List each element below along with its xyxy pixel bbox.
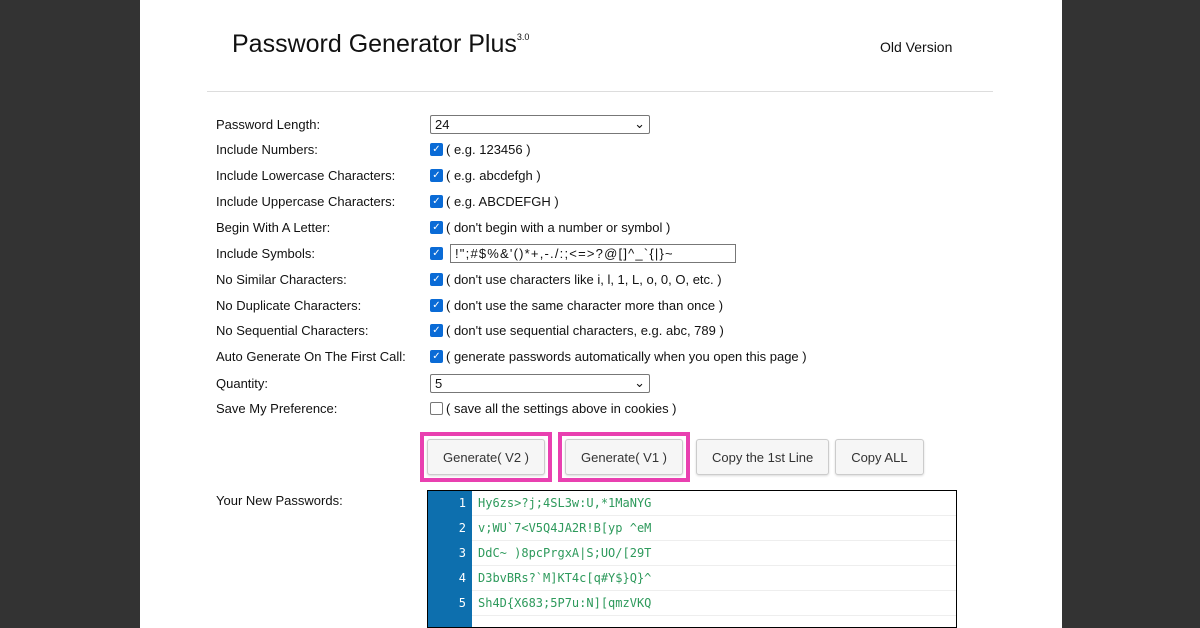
similar-checkbox[interactable]: ✓ (430, 272, 443, 286)
label: Save My Preference: (216, 400, 338, 416)
row-quantity: Quantity: 5 ⌄ (216, 372, 916, 394)
value: 24 (435, 116, 450, 132)
title-text: Password Generator Plus (232, 30, 517, 58)
version: 3.0 (516, 32, 530, 42)
hint: ( e.g. 123456 ) (446, 141, 531, 157)
label: Begin With A Letter: (216, 219, 331, 235)
value: 5 (435, 375, 443, 391)
button-bar: Generate( V2 ) Generate( V1 ) Copy the 1… (420, 432, 924, 482)
row-symbols: Include Symbols: ✓ !";#$%&'()*+,-./:;<=>?@… (216, 242, 916, 264)
label: No Duplicate Characters: (216, 297, 362, 313)
password-line[interactable]: D3bvBRs?`M]KT4c[q#Y$}Q}^ (472, 566, 956, 591)
passwords-label: Your New Passwords: (216, 493, 343, 508)
hint: ( don't use the same character more than… (446, 297, 724, 313)
chevron-down-icon: ⌄ (634, 116, 645, 131)
uppercase-checkbox[interactable]: ✓ (430, 194, 443, 208)
hint: ( don't begin with a number or symbol ) (446, 219, 671, 235)
row-begin-letter: Begin With A Letter: ✓( don't begin with … (216, 216, 916, 238)
row-length: Password Length: 24 ⌄ (216, 113, 916, 135)
line-number: 1 (458, 496, 466, 510)
line-number-gutter: 1 2 3 4 5 (428, 491, 472, 627)
line-number: 5 (458, 596, 466, 610)
label: Quantity: (216, 375, 269, 391)
generate-v2-button[interactable]: Generate( V2 ) (427, 439, 545, 475)
save-preference-checkbox[interactable] (430, 401, 443, 415)
quantity-select[interactable]: 5 ⌄ (430, 373, 650, 393)
label: No Sequential Characters: (216, 322, 369, 338)
hint: ( don't use characters like i, l, 1, L, … (446, 271, 722, 287)
label: Include Lowercase Characters: (216, 167, 396, 183)
line-number: 2 (458, 521, 466, 535)
row-uppercase: Include Uppercase Characters: ✓( e.g. ABC… (216, 190, 916, 212)
password-line[interactable]: Sh4D{X683;5P7u:N][qmzVKQ (472, 591, 956, 616)
highlight-box: Generate( V1 ) (558, 432, 690, 482)
line-number: 3 (458, 546, 466, 560)
password-line[interactable]: v;WU`7<V5Q4JA2R!B[yp ^eM (472, 516, 956, 541)
row-similar: No Similar Characters: ✓( don't use chara… (216, 268, 916, 290)
row-save: Save My Preference: ( save all the settin… (216, 397, 916, 419)
sequential-checkbox[interactable]: ✓ (430, 323, 443, 337)
lowercase-checkbox[interactable]: ✓ (430, 168, 443, 182)
page-title: Password Generator Plus3.0 (232, 30, 529, 59)
hint: ( e.g. abcdefgh ) (446, 167, 541, 183)
page: Password Generator Plus3.0 Old Version P… (140, 0, 1062, 628)
line-number: 4 (458, 571, 466, 585)
label: Include Uppercase Characters: (216, 193, 396, 209)
symbols-checkbox[interactable]: ✓ (430, 246, 443, 260)
label: Password Length: (216, 116, 321, 132)
hint: ( save all the settings above in cookies… (446, 400, 677, 416)
hint: ( don't use sequential characters, e.g. … (446, 322, 724, 338)
password-lines: Hy6zs>?j;4SL3w:U,*1MaNYG v;WU`7<V5Q4JA2R… (472, 491, 956, 627)
row-numbers: Include Numbers: ✓( e.g. 123456 ) (216, 138, 916, 160)
password-length-select[interactable]: 24 ⌄ (430, 114, 650, 134)
row-auto: Auto Generate On The First Call: ✓( gener… (216, 345, 916, 367)
label: No Similar Characters: (216, 271, 347, 287)
symbols-input[interactable]: !";#$%&'()*+,-./:;<=>?@[]^_`{|}~ (450, 243, 736, 263)
old-version-link[interactable]: Old Version (880, 39, 952, 55)
label: Include Symbols: (216, 245, 315, 261)
numbers-checkbox[interactable]: ✓ (430, 142, 443, 156)
label: Auto Generate On The First Call: (216, 348, 406, 364)
generate-v1-button[interactable]: Generate( V1 ) (565, 439, 683, 475)
copy-first-line-button[interactable]: Copy the 1st Line (696, 439, 830, 475)
copy-all-button[interactable]: Copy ALL (835, 439, 924, 475)
hint: ( generate passwords automatically when … (446, 348, 807, 364)
begin-letter-checkbox[interactable]: ✓ (430, 220, 443, 234)
row-lowercase: Include Lowercase Characters: ✓( e.g. abc… (216, 164, 916, 186)
highlight-box: Generate( V2 ) (420, 432, 552, 482)
auto-generate-checkbox[interactable]: ✓ (430, 349, 443, 363)
row-sequential: No Sequential Characters: ✓( don't use se… (216, 319, 916, 341)
chevron-down-icon: ⌄ (634, 375, 645, 390)
divider (207, 91, 993, 92)
password-line[interactable]: DdC~ )8pcPrgxA|S;UO/[29T (472, 541, 956, 566)
hint: ( e.g. ABCDEFGH ) (446, 193, 559, 209)
row-duplicate: No Duplicate Characters: ✓( don't use the… (216, 294, 916, 316)
label: Include Numbers: (216, 141, 318, 157)
password-line[interactable]: Hy6zs>?j;4SL3w:U,*1MaNYG (472, 491, 956, 516)
duplicate-checkbox[interactable]: ✓ (430, 298, 443, 312)
passwords-output[interactable]: 1 2 3 4 5 Hy6zs>?j;4SL3w:U,*1MaNYG v;WU`… (427, 490, 957, 628)
